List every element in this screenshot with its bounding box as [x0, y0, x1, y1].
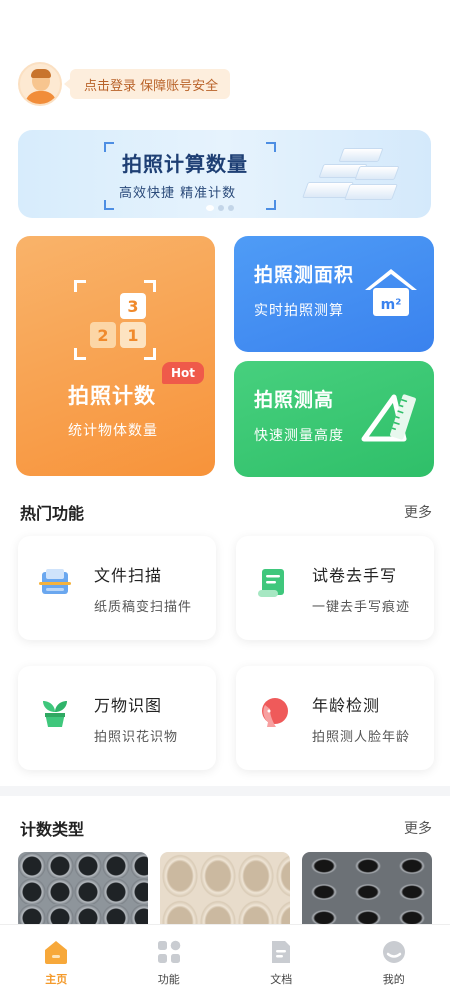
pvc-pipe-type-image[interactable] — [160, 852, 290, 930]
count-types-more-link[interactable]: 更多 — [404, 818, 432, 838]
banner-pager — [206, 205, 234, 211]
age-detection-title: 年龄检测 — [312, 696, 381, 715]
document-icon — [272, 941, 291, 963]
age-detection-card[interactable]: 年龄检测 拍照测人脸年龄 — [236, 666, 434, 770]
file-scan-card[interactable]: 文件扫描 纸质稿变扫描件 — [18, 536, 216, 640]
age-detection-subtitle: 拍照测人脸年龄 — [312, 730, 411, 745]
object-recognition-title: 万物识图 — [94, 696, 163, 715]
file-scan-subtitle: 纸质稿变扫描件 — [94, 600, 193, 615]
photo-count-subtitle: 统计物体数量 — [68, 423, 158, 439]
remove-handwriting-title: 试卷去手写 — [312, 566, 398, 585]
avatar[interactable] — [18, 62, 62, 106]
digit-1: 1 — [120, 322, 146, 348]
remove-handwriting-card[interactable]: 试卷去手写 一键去手写痕迹 — [236, 536, 434, 640]
grid-icon — [157, 940, 181, 963]
bottom-tab-bar: 主页 功能 文档 我的 — [0, 924, 450, 1000]
remove-handwriting-subtitle: 一键去手写痕迹 — [312, 600, 411, 615]
plant-icon — [43, 701, 67, 727]
home-page: 点击登录 保障账号安全 拍照计算数量 高效快捷 精准计数 3 2 1 拍照计数 … — [0, 0, 450, 1000]
digit-2: 2 — [90, 322, 116, 348]
file-scan-title: 文件扫描 — [94, 566, 163, 585]
area-unit-text: m² — [381, 297, 402, 313]
hot-features-more-link[interactable]: 更多 — [404, 502, 432, 522]
photo-height-subtitle: 快速测量高度 — [254, 428, 344, 444]
tab-documents-label: 文档 — [270, 973, 293, 986]
tab-features-label: 功能 — [157, 973, 180, 986]
scan-icon — [39, 569, 71, 594]
photo-count-card[interactable]: 3 2 1 拍照计数 统计物体数量 — [16, 236, 215, 476]
tab-features[interactable]: 功能 — [113, 925, 226, 1000]
photo-height-title: 拍照测高 — [254, 389, 335, 411]
steel-pipe-type-image[interactable] — [18, 852, 148, 930]
login-row[interactable]: 点击登录 保障账号安全 — [18, 62, 231, 106]
ruler-triangle-icon — [361, 394, 416, 442]
tab-profile-label: 我的 — [382, 973, 405, 986]
photo-area-subtitle: 实时拍照测算 — [254, 303, 344, 319]
photo-count-title: 拍照计数 — [68, 384, 156, 408]
hot-features-title: 热门功能 — [20, 504, 85, 523]
photo-height-card[interactable]: 拍照测高 快速测量高度 — [234, 361, 434, 477]
face-icon — [262, 698, 288, 727]
login-prompt[interactable]: 点击登录 保障账号安全 — [63, 69, 231, 99]
blocks-illustration-icon — [291, 140, 401, 210]
number-blocks-icon: 3 2 1 — [74, 280, 156, 360]
object-recognition-subtitle: 拍照识花识物 — [94, 730, 179, 745]
count-types-header: 计数类型 更多 — [20, 816, 432, 840]
digit-3: 3 — [120, 293, 146, 319]
hot-features-header: 热门功能 更多 — [20, 500, 432, 524]
banner-subtitle: 高效快捷 精准计数 — [119, 186, 237, 201]
banner-title: 拍照计算数量 — [122, 152, 248, 176]
photo-area-card[interactable]: 拍照测面积 实时拍照测算 m² — [234, 236, 434, 352]
object-recognition-card[interactable]: 万物识图 拍照识花识物 — [18, 666, 216, 770]
hot-badge: Hot — [162, 362, 204, 384]
tab-profile[interactable]: 我的 — [338, 925, 450, 1000]
section-divider — [0, 786, 450, 796]
photo-area-title: 拍照测面积 — [254, 264, 355, 286]
count-types-title: 计数类型 — [20, 820, 85, 839]
exam-icon — [258, 569, 284, 597]
home-icon — [45, 941, 68, 964]
tab-home[interactable]: 主页 — [0, 925, 113, 1000]
rect-tube-type-image[interactable] — [302, 852, 432, 930]
profile-icon — [382, 941, 405, 963]
tab-home-label: 主页 — [45, 973, 68, 986]
house-area-icon: m² — [365, 269, 417, 316]
tab-documents[interactable]: 文档 — [225, 925, 338, 1000]
